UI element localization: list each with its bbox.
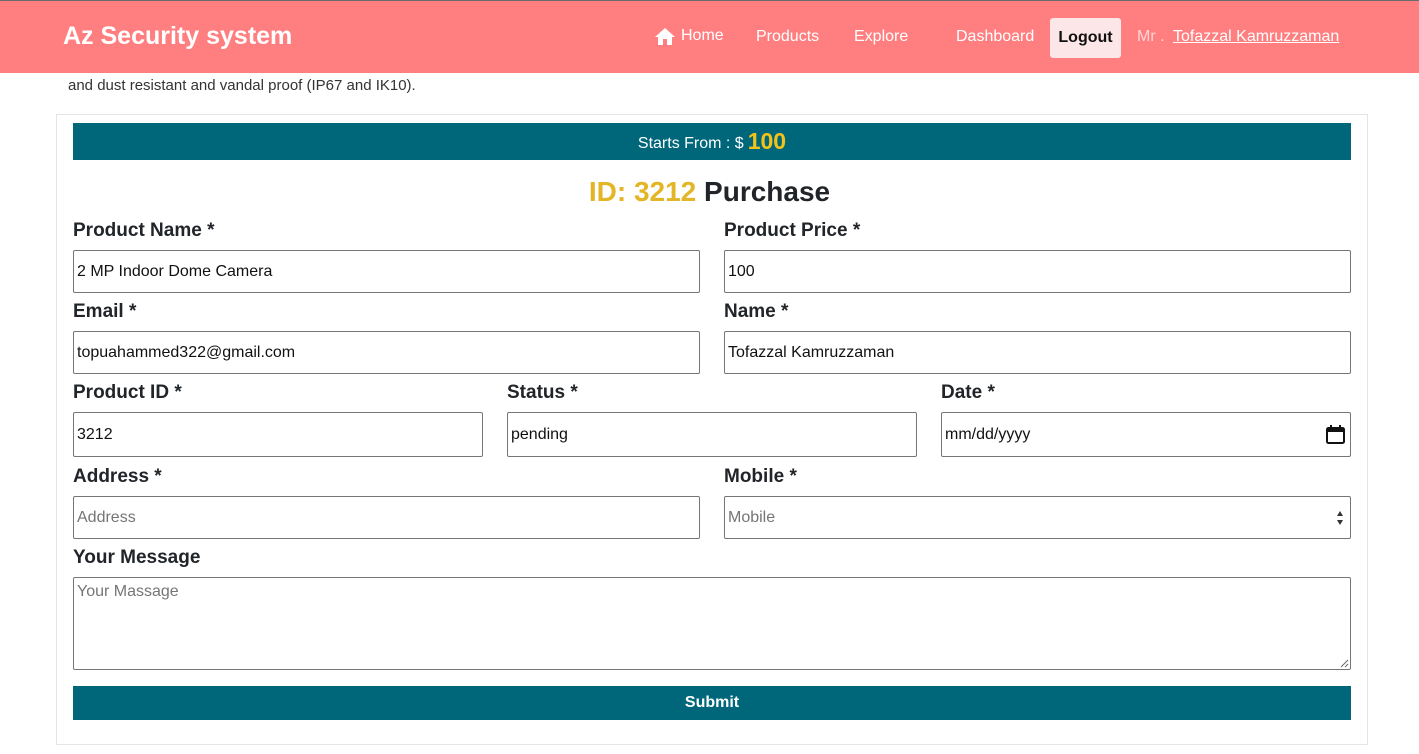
price-banner: Starts From : $ 100 xyxy=(73,123,1351,160)
status-label: Status * xyxy=(507,382,578,403)
user-name-link[interactable]: Tofazzal Kamruzzaman xyxy=(1173,28,1339,46)
logout-button[interactable]: Logout xyxy=(1050,18,1121,58)
product-id-input[interactable]: 3212 xyxy=(73,412,483,457)
product-description: and dust resistant and vandal proof (IP6… xyxy=(68,77,416,94)
nav-products-link[interactable]: Products xyxy=(756,28,819,46)
mobile-input[interactable]: Mobile xyxy=(724,496,1351,539)
product-name-input[interactable]: 2 MP Indoor Dome Camera xyxy=(73,250,700,293)
purchase-word: Purchase xyxy=(704,176,831,207)
calendar-icon[interactable] xyxy=(1326,425,1345,444)
navbar: Az Security system Home Products Explore… xyxy=(0,0,1419,73)
home-icon xyxy=(655,27,675,45)
nav-home-label: Home xyxy=(681,27,724,44)
product-id-label: Product ID * xyxy=(73,382,182,403)
product-price-input[interactable]: 100 xyxy=(724,250,1351,293)
address-label: Address * xyxy=(73,466,162,487)
product-price-label: Product Price * xyxy=(724,220,861,241)
resize-grip-icon[interactable] xyxy=(1339,658,1349,668)
mobile-label: Mobile * xyxy=(724,466,797,487)
price-label: Starts From : $ xyxy=(637,134,744,152)
name-input[interactable]: Tofazzal Kamruzzaman xyxy=(724,331,1351,374)
purchase-id: ID: 3212 xyxy=(588,176,697,207)
nav-home-link[interactable]: Home xyxy=(655,27,724,45)
status-input[interactable]: pending xyxy=(507,412,917,457)
name-label: Name * xyxy=(724,301,789,322)
price-amount: 100 xyxy=(747,128,787,154)
address-input[interactable]: Address xyxy=(73,496,700,539)
nav-explore-link[interactable]: Explore xyxy=(854,28,908,46)
product-name-label: Product Name * xyxy=(73,220,215,241)
user-prefix: Mr . xyxy=(1137,28,1165,45)
email-label: Email * xyxy=(73,301,137,322)
date-label: Date * xyxy=(941,382,995,403)
message-textarea[interactable]: Your Massage xyxy=(73,577,1351,670)
nav-dashboard-link[interactable]: Dashboard xyxy=(956,28,1034,46)
message-label: Your Message xyxy=(73,547,201,568)
brand-title[interactable]: Az Security system xyxy=(63,22,292,51)
date-input[interactable]: mm/dd/yyyy xyxy=(941,412,1351,457)
email-input[interactable]: topuahammed322@gmail.com xyxy=(73,331,700,374)
number-spinner-icon[interactable] xyxy=(1336,510,1344,526)
submit-button[interactable]: Submit xyxy=(73,686,1351,720)
purchase-title: ID: 3212 Purchase xyxy=(0,176,1419,208)
